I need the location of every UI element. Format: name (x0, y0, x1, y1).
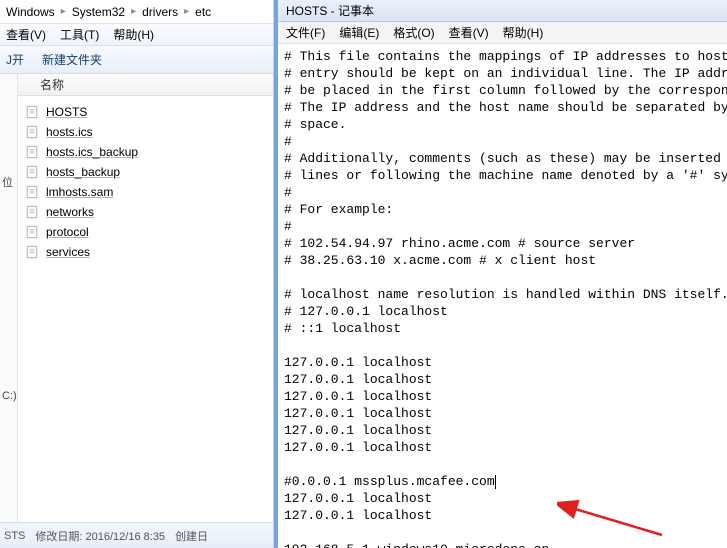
menu-view[interactable]: 查看(V) (449, 24, 489, 41)
notepad-window: HOSTS - 记事本 文件(F) 编辑(E) 格式(O) 查看(V) 帮助(H… (274, 0, 727, 548)
file-icon (24, 184, 40, 200)
nav-label-top: 位 (0, 174, 17, 190)
crumb-2[interactable]: drivers (140, 5, 180, 19)
menu-format[interactable]: 格式(O) (393, 24, 434, 41)
file-row[interactable]: hosts.ics_backup (24, 142, 273, 162)
file-icon (24, 204, 40, 220)
status-modified: 修改日期: 2016/12/16 8:35 (35, 528, 165, 544)
file-name: hosts.ics (46, 125, 93, 139)
file-name: hosts_backup (46, 165, 120, 179)
breadcrumb[interactable]: Windows▸ System32▸ drivers▸ etc (0, 0, 273, 24)
status-selected: STS (4, 530, 25, 542)
file-icon (24, 124, 40, 140)
status-bar: STS 修改日期: 2016/12/16 8:35 创建日 (0, 522, 273, 548)
file-row[interactable]: networks (24, 202, 273, 222)
crumb-1[interactable]: System32 (70, 5, 127, 19)
notepad-menu: 文件(F) 编辑(E) 格式(O) 查看(V) 帮助(H) (278, 22, 727, 44)
file-icon (24, 104, 40, 120)
menu-tools[interactable]: 工具(T) (60, 26, 99, 43)
file-list: HOSTS hosts.ics hosts.ics_backup hosts_back… (0, 96, 273, 268)
file-name: services (46, 245, 90, 259)
menu-view[interactable]: 查看(V) (6, 26, 46, 43)
open-button[interactable]: J开 (6, 51, 24, 68)
file-row[interactable]: hosts.ics (24, 122, 273, 142)
column-header-name[interactable]: 名称 (0, 74, 273, 96)
file-row[interactable]: services (24, 242, 273, 262)
file-icon (24, 224, 40, 240)
file-row[interactable]: hosts_backup (24, 162, 273, 182)
file-name: HOSTS (46, 105, 87, 119)
menu-edit[interactable]: 编辑(E) (339, 24, 379, 41)
file-name: protocol (46, 225, 89, 239)
menu-file[interactable]: 文件(F) (286, 24, 325, 41)
chevron-right-icon: ▸ (57, 6, 70, 17)
file-icon (24, 244, 40, 260)
file-row[interactable]: HOSTS (24, 102, 273, 122)
explorer-toolbar: J开 新建文件夹 (0, 46, 273, 74)
file-name: lmhosts.sam (46, 185, 113, 199)
chevron-right-icon: ▸ (180, 6, 193, 17)
file-row[interactable]: lmhosts.sam (24, 182, 273, 202)
file-icon (24, 144, 40, 160)
nav-pane-strip: 位 C:) (0, 74, 18, 522)
file-name: hosts.ics_backup (46, 145, 138, 159)
text-cursor (495, 475, 496, 489)
file-row[interactable]: protocol (24, 222, 273, 242)
menu-help[interactable]: 帮助(H) (503, 24, 544, 41)
crumb-0[interactable]: Windows (4, 5, 57, 19)
file-name: networks (46, 205, 94, 219)
nav-label-bottom: C:) (0, 390, 17, 402)
status-created: 创建日 (175, 528, 208, 544)
notepad-textarea[interactable]: # This file contains the mappings of IP … (278, 44, 727, 548)
chevron-right-icon: ▸ (127, 6, 140, 17)
file-icon (24, 164, 40, 180)
menu-help[interactable]: 帮助(H) (113, 26, 154, 43)
window-title: HOSTS - 记事本 (278, 0, 727, 22)
explorer-menu: 查看(V) 工具(T) 帮助(H) (0, 24, 273, 46)
newfolder-button[interactable]: 新建文件夹 (42, 51, 102, 68)
explorer-pane: Windows▸ System32▸ drivers▸ etc 查看(V) 工具… (0, 0, 274, 548)
crumb-3[interactable]: etc (193, 5, 213, 19)
